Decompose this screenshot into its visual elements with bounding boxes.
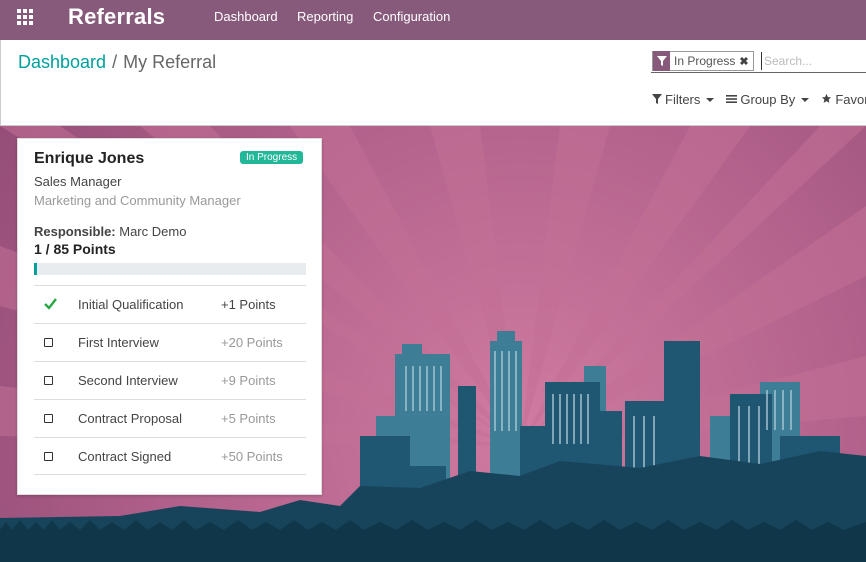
stage-label: First Interview bbox=[78, 335, 159, 350]
responsible-label: Responsible: bbox=[34, 224, 116, 239]
breadcrumb: Dashboard / My Referral bbox=[18, 52, 216, 73]
filters-button[interactable]: Filters bbox=[652, 92, 715, 107]
stage-row: Contract Signed +50 Points bbox=[34, 437, 306, 475]
chevron-down-icon bbox=[706, 97, 715, 102]
checkbox-empty-icon bbox=[44, 452, 53, 461]
job-title: Sales Manager bbox=[34, 174, 122, 189]
group-by-button[interactable]: Group By bbox=[726, 92, 810, 107]
star-icon bbox=[821, 93, 832, 107]
breadcrumb-separator: / bbox=[112, 52, 118, 72]
stage-list: Initial Qualification +1 Points First In… bbox=[34, 285, 306, 475]
search-view: In Progress ✖ bbox=[651, 50, 866, 73]
points-progress-fill bbox=[34, 263, 38, 275]
applicant-name: Enrique Jones bbox=[34, 150, 145, 167]
responsible: Responsible: Marc Demo bbox=[34, 224, 186, 239]
stage-points: +9 Points bbox=[221, 373, 276, 388]
stage-label: Initial Qualification bbox=[78, 297, 184, 312]
filters-label: Filters bbox=[665, 92, 701, 107]
checkbox-empty-icon bbox=[44, 414, 53, 423]
menu-dashboard[interactable]: Dashboard bbox=[214, 9, 278, 24]
filter-icon bbox=[653, 51, 670, 71]
search-options: Filters Group By Favorites bbox=[652, 92, 866, 107]
stage-row: Contract Proposal +5 Points bbox=[34, 399, 306, 437]
chevron-down-icon bbox=[801, 97, 810, 102]
stage-label: Contract Signed bbox=[78, 449, 172, 464]
stage-label: Second Interview bbox=[78, 373, 178, 388]
control-panel: Dashboard /My Referral In Progress ✖ Filt… bbox=[0, 40, 866, 126]
stage-row: Initial Qualification +1 Points bbox=[34, 285, 306, 323]
referral-card[interactable]: Enrique Jones In Progress Sales Manager … bbox=[17, 138, 322, 495]
responsible-value: Marc Demo bbox=[119, 224, 187, 239]
stage-points: +1 Points bbox=[221, 297, 276, 312]
department: Marketing and Community Manager bbox=[34, 193, 241, 208]
status-badge: In Progress bbox=[240, 151, 304, 164]
search-facet: In Progress ✖ bbox=[652, 51, 754, 71]
search-input[interactable] bbox=[761, 52, 866, 70]
list-icon bbox=[726, 93, 738, 107]
check-icon bbox=[44, 297, 57, 310]
checkbox-empty-icon bbox=[44, 376, 53, 385]
stage-points: +50 Points bbox=[221, 449, 283, 464]
apps-grid-icon[interactable] bbox=[17, 9, 35, 27]
group-by-label: Group By bbox=[740, 92, 796, 107]
stage-row: Second Interview +9 Points bbox=[34, 361, 306, 399]
stage-row: First Interview +20 Points bbox=[34, 323, 306, 361]
favorites-label: Favorites bbox=[835, 92, 866, 107]
top-navbar: Referrals Dashboard Reporting Configurat… bbox=[0, 0, 866, 40]
checkbox-empty-icon bbox=[44, 338, 53, 347]
stage-points: +5 Points bbox=[221, 411, 276, 426]
favorites-button[interactable]: Favorites bbox=[821, 92, 866, 107]
breadcrumb-dashboard[interactable]: Dashboard bbox=[18, 52, 106, 72]
filter-icon bbox=[652, 93, 662, 107]
points-summary: 1 / 85 Points bbox=[34, 241, 116, 257]
facet-value: In Progress bbox=[674, 54, 736, 68]
menu-configuration[interactable]: Configuration bbox=[373, 9, 450, 24]
stage-points: +20 Points bbox=[221, 335, 283, 350]
stage-label: Contract Proposal bbox=[78, 411, 183, 426]
facet-remove-icon[interactable]: ✖ bbox=[739, 55, 752, 68]
points-progress-bar bbox=[34, 263, 306, 275]
breadcrumb-current: My Referral bbox=[123, 52, 217, 72]
menu-reporting[interactable]: Reporting bbox=[297, 9, 353, 24]
app-brand[interactable]: Referrals bbox=[68, 4, 165, 30]
